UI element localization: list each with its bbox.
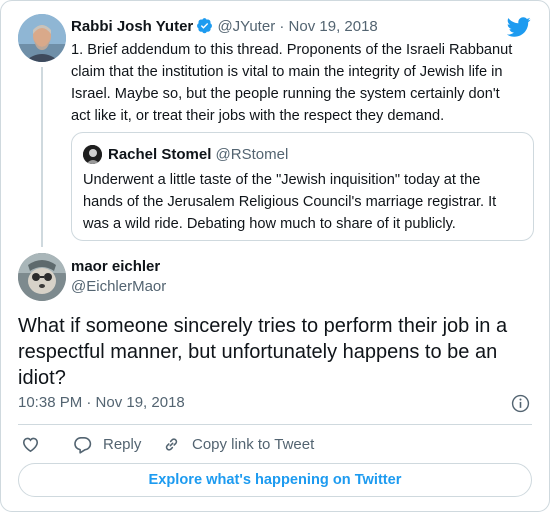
main-tweet-text: What if someone sincerely tries to perfo…: [18, 315, 508, 389]
main-author-name[interactable]: maor eichler: [71, 257, 160, 277]
parent-author-name[interactable]: Rabbi Josh Yuter: [71, 18, 193, 35]
quoted-author-name: Rachel Stomel: [108, 146, 212, 163]
heart-icon: [22, 437, 39, 452]
author-avatar[interactable]: [18, 14, 66, 62]
copy-link-label: Copy link to Tweet: [192, 435, 315, 453]
tweet-card: Rabbi Josh Yuter @JYuter · Nov 19, 2018 …: [0, 0, 550, 512]
reply-icon: [74, 436, 92, 454]
parent-tweet-text: 1. Brief addendum to this thread. Propon…: [71, 42, 513, 124]
parent-author-handle[interactable]: @JYuter: [217, 18, 275, 35]
parent-tweet-date[interactable]: Nov 19, 2018: [289, 18, 378, 35]
twitter-bird-icon[interactable]: [507, 15, 531, 39]
link-icon: [165, 437, 178, 451]
main-author-handle[interactable]: @EichlerMaor: [71, 277, 166, 297]
explore-twitter-button[interactable]: Explore what's happening on Twitter: [18, 463, 532, 497]
quoted-tweet-header: Rachel Stomel @RStomel: [108, 145, 288, 165]
quoted-tweet[interactable]: Rachel Stomel @RStomel Underwent a littl…: [71, 132, 534, 241]
reply-button[interactable]: Reply: [73, 433, 141, 455]
tweet-timestamp[interactable]: 10:38 PM · Nov 19, 2018: [18, 393, 185, 413]
header-separator: ·: [275, 18, 289, 35]
quoted-author-handle: @RStomel: [215, 146, 289, 163]
quoted-author-avatar: [83, 145, 102, 164]
quoted-tweet-text: Underwent a little taste of the "Jewish …: [83, 172, 497, 232]
copy-link-button[interactable]: Copy link to Tweet: [162, 433, 314, 455]
main-author-avatar[interactable]: [18, 253, 66, 301]
thread-connector: [41, 67, 43, 247]
divider: [18, 424, 532, 425]
info-icon[interactable]: [511, 394, 530, 413]
reply-label: Reply: [103, 435, 142, 453]
verified-badge-icon: [197, 18, 213, 34]
like-button[interactable]: [21, 433, 51, 455]
parent-tweet-header: Rabbi Josh Yuter @JYuter · Nov 19, 2018: [71, 17, 378, 37]
